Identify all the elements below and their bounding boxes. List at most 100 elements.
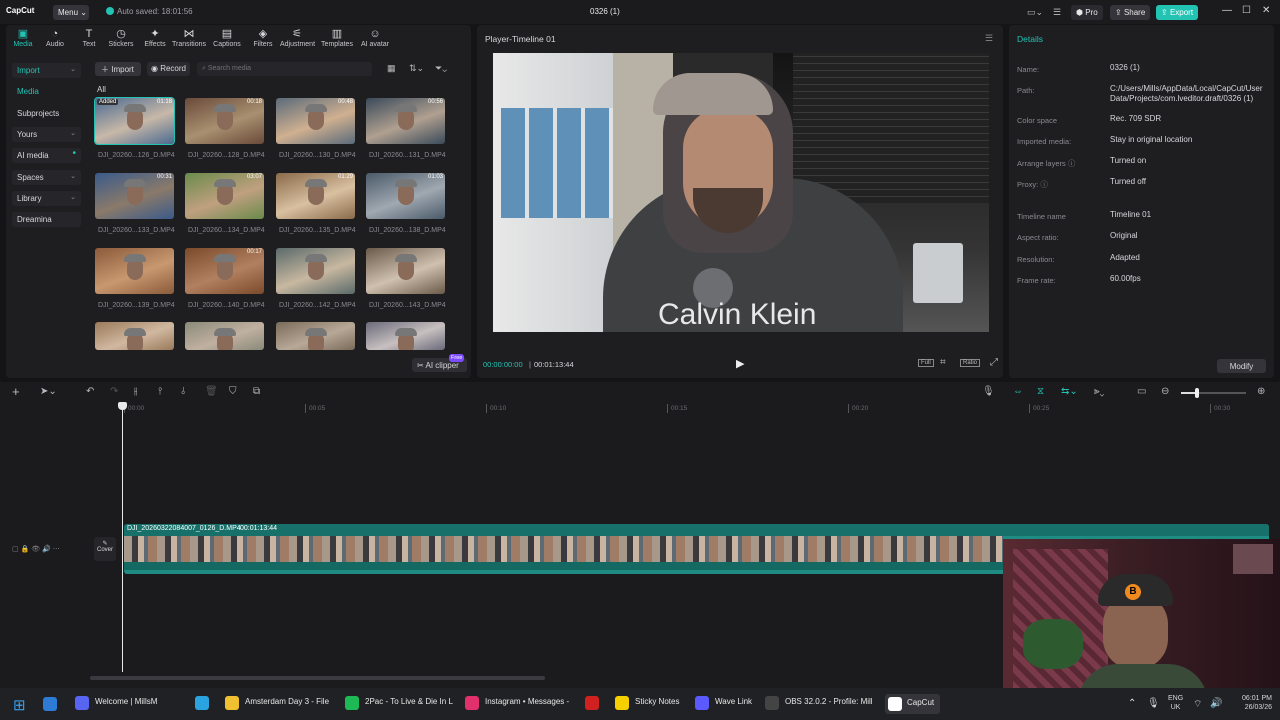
delete-icon[interactable]: 🗑 [205, 386, 218, 397]
tab-templates[interactable]: ▥ Templates [320, 28, 354, 48]
export-button[interactable]: ⇪ Export [1156, 5, 1199, 20]
select-tool-icon[interactable]: ➤⌄ [40, 386, 57, 397]
sidebar-item-media[interactable]: Media [12, 84, 81, 99]
full-quality-button[interactable]: Full [918, 359, 934, 367]
taskbar-app[interactable] [195, 696, 215, 713]
play-icon[interactable]: ▶ [736, 357, 744, 370]
sidebar-item-subprojects[interactable]: Subprojects [12, 106, 81, 121]
tab-ai-avatar[interactable]: ☺ AI avatar [358, 28, 392, 48]
playhead[interactable] [122, 402, 123, 672]
media-thumbnail[interactable]: 01:03 [366, 173, 445, 219]
search-input[interactable]: ⌕ Search media [197, 62, 372, 76]
sidebar-item-library[interactable]: Library ⌄ [12, 191, 81, 206]
redo-icon[interactable]: ↷ [110, 386, 118, 397]
tray-chevron-icon[interactable]: ⌃ [1128, 698, 1136, 709]
taskbar-app[interactable]: CapCut [885, 694, 941, 714]
track-lock-icon[interactable]: ▢ 🔒 👁 🔊 ⋯ [12, 545, 60, 553]
media-thumbnail[interactable] [276, 248, 355, 294]
tab-media[interactable]: ▣ Media [6, 28, 40, 48]
taskbar-app[interactable]: Welcome | MillsM [75, 696, 157, 713]
split-icon[interactable]: ⫲ [134, 386, 137, 397]
taskbar-app[interactable]: Amsterdam Day 3 - File [225, 696, 329, 713]
mic-tray-icon[interactable]: 🎙 [1147, 698, 1160, 709]
media-thumbnail[interactable] [366, 322, 445, 350]
taskbar-app[interactable]: 2Pac - To Live & Die In L [345, 696, 453, 713]
smart-icon[interactable]: ⧉ [253, 386, 260, 397]
modify-button[interactable]: Modify [1217, 359, 1266, 373]
import-button[interactable]: ＋ Import [95, 62, 141, 76]
sidebar-item-spaces[interactable]: Spaces ⌄ [12, 170, 81, 185]
sidebar-item-import[interactable]: Import ⌄ [12, 63, 81, 78]
undo-icon[interactable]: ↶ [86, 386, 94, 397]
menu-button[interactable]: Menu ⌄ [53, 5, 89, 20]
ratio-button[interactable]: Ratio [960, 359, 981, 367]
media-thumbnail[interactable]: 00:56 [366, 98, 445, 144]
grid-view-icon[interactable]: ▦ [387, 63, 396, 74]
media-thumbnail[interactable]: 00:48 [276, 98, 355, 144]
layout-icon[interactable]: ▭⌄ [1027, 7, 1043, 18]
filter-icon[interactable]: ⏷⌄ [435, 63, 447, 74]
taskbar-app[interactable]: Sticky Notes [615, 696, 679, 713]
media-thumbnail[interactable]: 00:18 [185, 98, 264, 144]
media-thumbnail[interactable]: 01:29 [276, 173, 355, 219]
marker-icon[interactable]: ⛉ [229, 386, 237, 397]
player-menu-icon[interactable]: ☰ [985, 33, 993, 44]
media-thumbnail[interactable] [276, 322, 355, 350]
preview-axis-icon[interactable]: ⫸⌄ [1094, 386, 1104, 397]
tab-filters[interactable]: ◈ Filters [246, 28, 280, 48]
trim-right-icon[interactable]: ⫰ [181, 386, 185, 397]
media-thumbnail[interactable]: 03:07 [185, 173, 264, 219]
maximize-button[interactable]: ☐ [1242, 5, 1251, 16]
add-track-icon[interactable]: + [12, 384, 20, 399]
taskbar-app[interactable] [585, 696, 605, 713]
zoom-out-icon[interactable]: ⊖ [1161, 386, 1169, 397]
zoom-in-icon[interactable]: ⊕ [1257, 386, 1265, 397]
taskbar-app[interactable]: OBS 32.0.2 - Profile: Mill [765, 696, 873, 713]
crop-icon[interactable]: ⌗ [940, 357, 946, 368]
media-thumbnail[interactable]: 00:17 [185, 248, 264, 294]
clock[interactable]: 06:01 PM 26/03/26 [1232, 694, 1272, 712]
media-thumbnail[interactable] [366, 248, 445, 294]
sidebar-item-ai-media[interactable]: AI media • [12, 148, 81, 163]
shortcuts-icon[interactable]: ☰ [1053, 7, 1061, 18]
outlook-icon[interactable] [43, 697, 57, 711]
tab-text[interactable]: T Text [72, 28, 106, 48]
taskbar-app[interactable]: Instagram • Messages - [465, 696, 569, 713]
tab-stickers[interactable]: ◷ Stickers [104, 28, 138, 48]
record-button[interactable]: ◉ Record [147, 62, 190, 76]
tab-effects[interactable]: ✦ Effects [138, 28, 172, 48]
media-thumbnail[interactable] [185, 322, 264, 350]
tab-adjustment[interactable]: ⚟ Adjustment [280, 28, 315, 48]
volume-icon[interactable]: 🔊 [1210, 698, 1222, 709]
windows-start-icon[interactable]: ⊞ [13, 696, 26, 714]
tab-captions[interactable]: ▤ Captions [210, 28, 244, 48]
tab-transitions[interactable]: ⋈ Transitions [172, 28, 206, 48]
sort-icon[interactable]: ⇅⌄ [409, 63, 424, 74]
tab-audio[interactable]: ◔ Audio [38, 28, 72, 48]
microphone-icon[interactable]: 🎙 [982, 386, 995, 397]
trim-left-icon[interactable]: ⫯ [158, 386, 162, 397]
language-indicator[interactable]: ENG UK [1168, 694, 1183, 712]
share-button[interactable]: ⇪ Share [1110, 5, 1151, 20]
taskbar-app[interactable]: Wave Link [695, 696, 752, 713]
timeline-scrollbar[interactable] [90, 676, 545, 680]
sidebar-item-dreamina[interactable]: Dreamina [12, 212, 81, 227]
media-thumbnail[interactable]: 01:18 Added [94, 97, 175, 145]
playhead-handle[interactable] [118, 402, 127, 410]
snap-icon[interactable]: ⧖ [1037, 386, 1044, 397]
media-thumbnail[interactable]: 00:31 [95, 173, 174, 219]
magnet-icon[interactable]: ⇆⌄ [1061, 386, 1078, 397]
close-button[interactable]: ✕ [1262, 5, 1270, 16]
media-thumbnail[interactable] [95, 322, 174, 350]
wifi-icon[interactable]: ⌔ [1193, 698, 1202, 711]
link-icon[interactable]: ⇔ [1013, 386, 1023, 397]
video-preview[interactable]: Calvin Klein [493, 53, 989, 332]
cover-button[interactable]: ✎ Cover [94, 537, 116, 561]
fullscreen-icon[interactable]: ⤢ [990, 357, 998, 368]
media-thumbnail[interactable] [95, 248, 174, 294]
pro-button[interactable]: ⬢ Pro [1071, 5, 1103, 20]
caption-icon[interactable]: ▭ [1137, 386, 1146, 397]
zoom-slider-handle[interactable] [1195, 388, 1199, 398]
minimize-button[interactable]: — [1222, 5, 1232, 16]
sidebar-item-yours[interactable]: Yours ⌄ [12, 127, 81, 142]
